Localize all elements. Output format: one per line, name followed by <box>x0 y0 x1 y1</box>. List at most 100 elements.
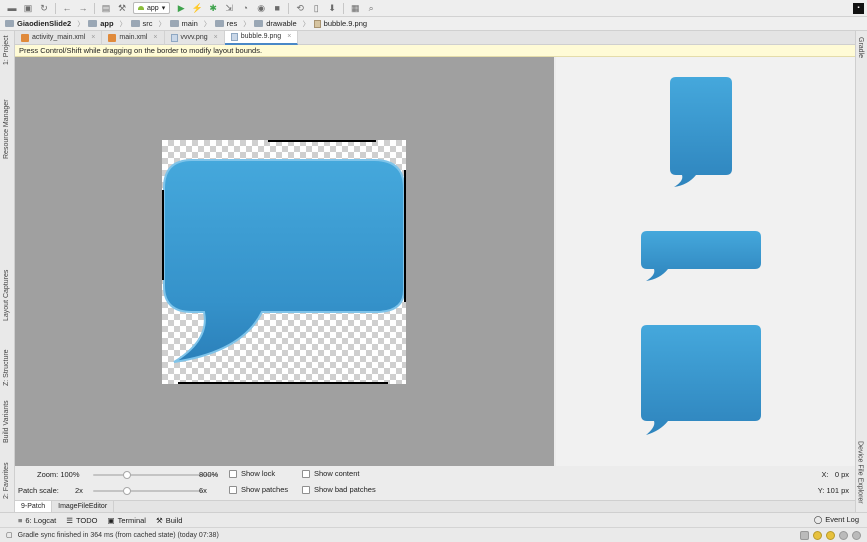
breadcrumb-label: GiaodienSlide2 <box>17 19 72 28</box>
breadcrumb-separator: 〉 <box>119 20 127 28</box>
breadcrumb-separator: 〉 <box>158 20 166 28</box>
breadcrumb-project[interactable]: GiaodienSlide2 <box>5 19 71 28</box>
nine-patch-canvas[interactable] <box>15 57 554 466</box>
profile-icon[interactable]: ◔ <box>237 1 253 16</box>
show-bad-patches-checkbox[interactable]: Show bad patches <box>302 485 376 494</box>
stretch-guide-left[interactable] <box>162 190 164 280</box>
gradle-tool-tab[interactable]: Gradle <box>857 37 864 58</box>
search-icon[interactable]: ⌕ <box>363 1 379 16</box>
show-content-checkbox[interactable]: Show content <box>302 469 359 478</box>
favorites-tool-tab[interactable]: 2: Favorites <box>3 462 10 499</box>
structure-icon[interactable]: ▤ <box>98 1 114 16</box>
resource-manager-tool-tab[interactable]: Resource Manager <box>3 99 10 159</box>
apply-changes-icon[interactable]: ⚡ <box>189 1 205 16</box>
account-icon[interactable]: ▪ <box>853 3 864 14</box>
tab-vvvv-png[interactable]: vvvv.png × <box>165 30 225 45</box>
smiley-icon[interactable] <box>826 531 835 540</box>
toolbar-divider <box>343 2 345 14</box>
folder-icon <box>254 20 264 27</box>
tab-main-xml[interactable]: main.xml × <box>102 30 165 45</box>
smiley-icon[interactable] <box>813 531 822 540</box>
preview-vertical-stretch <box>670 77 732 187</box>
layout-captures-tool-tab[interactable]: Layout Captures <box>3 270 10 321</box>
run-config-select[interactable]: app ▾ <box>133 2 171 14</box>
breadcrumb-res[interactable]: res <box>214 19 237 28</box>
close-icon[interactable]: × <box>214 34 218 41</box>
open-folder-icon[interactable]: ▬ <box>4 1 20 16</box>
coverage-icon[interactable]: ◉ <box>253 1 269 16</box>
folder-icon <box>88 20 98 27</box>
stretch-guide-top[interactable] <box>268 140 376 142</box>
save-icon[interactable]: ▣ <box>20 1 36 16</box>
event-log-tool-button[interactable]: ◯ Event Log <box>814 515 859 524</box>
logcat-tool-button[interactable]: ≡ 6: Logcat <box>18 516 56 525</box>
checkbox-box[interactable] <box>229 469 237 478</box>
terminal-tool-button[interactable]: ▣ Terminal <box>108 516 146 525</box>
android-icon <box>138 6 144 10</box>
debug-icon[interactable]: ✱ <box>205 1 221 16</box>
breadcrumb-file[interactable]: bubble.9.png <box>313 19 368 28</box>
project-structure-icon[interactable]: ▦ <box>347 1 363 16</box>
checkbox-label: Show patches <box>241 485 289 494</box>
chevron-down-icon: ▾ <box>161 5 166 12</box>
avd-manager-icon[interactable]: ▯ <box>308 1 324 16</box>
show-patches-checkbox[interactable]: Show patches <box>229 485 288 494</box>
preview-both-stretch <box>641 325 761 435</box>
close-icon[interactable]: × <box>287 33 291 40</box>
breadcrumb-app[interactable]: app <box>88 19 114 28</box>
structure-tool-tab[interactable]: Z: Structure <box>3 349 10 386</box>
tab-bubble-9-png[interactable]: bubble.9.png × <box>224 30 299 45</box>
status-message: Gradle sync finished in 364 ms (from cac… <box>17 531 219 539</box>
forward-icon[interactable]: → <box>75 1 91 16</box>
content-guide-bottom[interactable] <box>178 382 388 384</box>
build-variants-tool-tab[interactable]: Build Variants <box>3 400 10 443</box>
patch-scale-slider[interactable] <box>93 487 203 495</box>
tab-image-file-editor[interactable]: ImageFileEditor <box>52 501 115 512</box>
folder-icon <box>169 20 179 27</box>
editor-notice: Press Control/Shift while dragging on th… <box>15 45 855 57</box>
y-coordinate-readout: Y: 101 px <box>817 486 849 495</box>
memory-icon[interactable] <box>839 531 848 540</box>
breadcrumb-label: bubble.9.png <box>323 19 368 28</box>
zoom-max-label: 800% <box>199 470 219 479</box>
tool-label: Build <box>165 515 183 525</box>
todo-tool-button[interactable]: ☰ TODO <box>66 516 97 525</box>
zoom-slider-knob[interactable] <box>123 471 131 479</box>
sync-icon[interactable]: ↻ <box>36 1 52 16</box>
close-icon[interactable]: × <box>153 34 157 41</box>
show-lock-checkbox[interactable]: Show lock <box>229 469 275 478</box>
status-toggle-icon[interactable]: ▢ <box>6 531 13 539</box>
notifications-icon[interactable] <box>852 531 861 540</box>
tab-nine-patch[interactable]: 9-Patch <box>15 501 53 512</box>
breadcrumb-drawable[interactable]: drawable <box>254 19 297 28</box>
stop-icon[interactable]: ■ <box>269 1 285 16</box>
checkbox-box[interactable] <box>302 485 310 494</box>
patch-scale-max-label: 6x <box>199 486 207 495</box>
breadcrumb-label: src <box>142 19 153 28</box>
nine-patch-image[interactable] <box>162 140 406 384</box>
lock-icon[interactable] <box>800 531 809 540</box>
run-icon[interactable]: ▶ <box>173 1 189 16</box>
tab-activity-main[interactable]: activity_main.xml × <box>15 30 103 45</box>
hammer-icon[interactable]: ⚒ <box>114 1 130 16</box>
build-tool-button[interactable]: ⚒ Build <box>156 516 182 525</box>
patch-scale-value: 2x <box>75 486 83 495</box>
content-guide-right[interactable] <box>404 170 406 302</box>
breadcrumb-separator: 〉 <box>243 20 251 28</box>
breadcrumb-src[interactable]: src <box>130 19 153 28</box>
close-icon[interactable]: × <box>91 34 95 41</box>
breadcrumb-separator: 〉 <box>77 20 85 28</box>
sdk-manager-icon[interactable]: ⬇ <box>324 1 340 16</box>
project-tool-tab[interactable]: 1: Project <box>3 35 10 65</box>
gradle-sync-icon[interactable]: ⟲ <box>292 1 308 16</box>
terminal-icon: ▣ <box>107 515 115 525</box>
attach-debugger-icon[interactable]: ⇲ <box>221 1 237 16</box>
device-file-explorer-tool-tab[interactable]: Device File Explorer <box>857 441 864 504</box>
checkbox-box[interactable] <box>302 469 310 478</box>
status-bar: ▢ Gradle sync finished in 364 ms (from c… <box>0 527 867 542</box>
breadcrumb-main[interactable]: main <box>169 19 198 28</box>
checkbox-box[interactable] <box>229 485 237 494</box>
back-icon[interactable]: ← <box>59 1 75 16</box>
tab-label: main.xml <box>119 34 148 41</box>
patch-scale-slider-knob[interactable] <box>123 487 131 495</box>
